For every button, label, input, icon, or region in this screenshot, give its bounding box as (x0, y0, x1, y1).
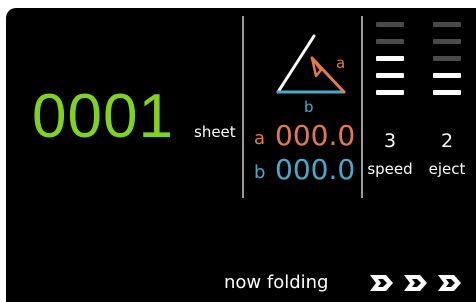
fold-chevron-icon (370, 275, 393, 291)
speed-label: speed (367, 160, 413, 178)
eject-value: 2 (440, 130, 454, 152)
speed-value: 3 (383, 130, 397, 152)
level-bar (433, 22, 461, 27)
level-bar (433, 73, 461, 78)
level-bar (376, 39, 404, 44)
sheet-counter: 0001 (32, 82, 174, 151)
fold-diagram-a-label: a (336, 54, 345, 72)
level-bar (376, 56, 404, 61)
divider-right (361, 16, 363, 198)
measurement-b-value: 000.0 (275, 153, 356, 186)
fold-diagram: a b (276, 34, 346, 116)
fold-diagram-b-label: b (304, 98, 314, 116)
fold-chevron-icon (438, 275, 461, 291)
measurement-a-value: 000.0 (275, 119, 356, 152)
eject-label: eject (428, 160, 466, 178)
fold-progress-icons (368, 272, 468, 298)
sheet-counter-unit: sheet (194, 123, 236, 141)
fold-diagram-edge (276, 34, 316, 94)
level-bar (433, 56, 461, 61)
level-bar (376, 22, 404, 27)
measurement-a-label: a (254, 128, 266, 149)
fold-chevron-icon (404, 275, 427, 291)
fold-chevron-icons (370, 275, 461, 291)
divider-left (242, 16, 244, 198)
level-bar (376, 90, 404, 95)
level-bar (376, 73, 404, 78)
control-panel: 0001 sheet a b a 000.0 b 000.0 3 speed 2… (6, 8, 476, 302)
status-text: now folding (224, 272, 329, 293)
measurement-b-label: b (254, 162, 266, 183)
level-bar (433, 39, 461, 44)
level-bar (433, 90, 461, 95)
